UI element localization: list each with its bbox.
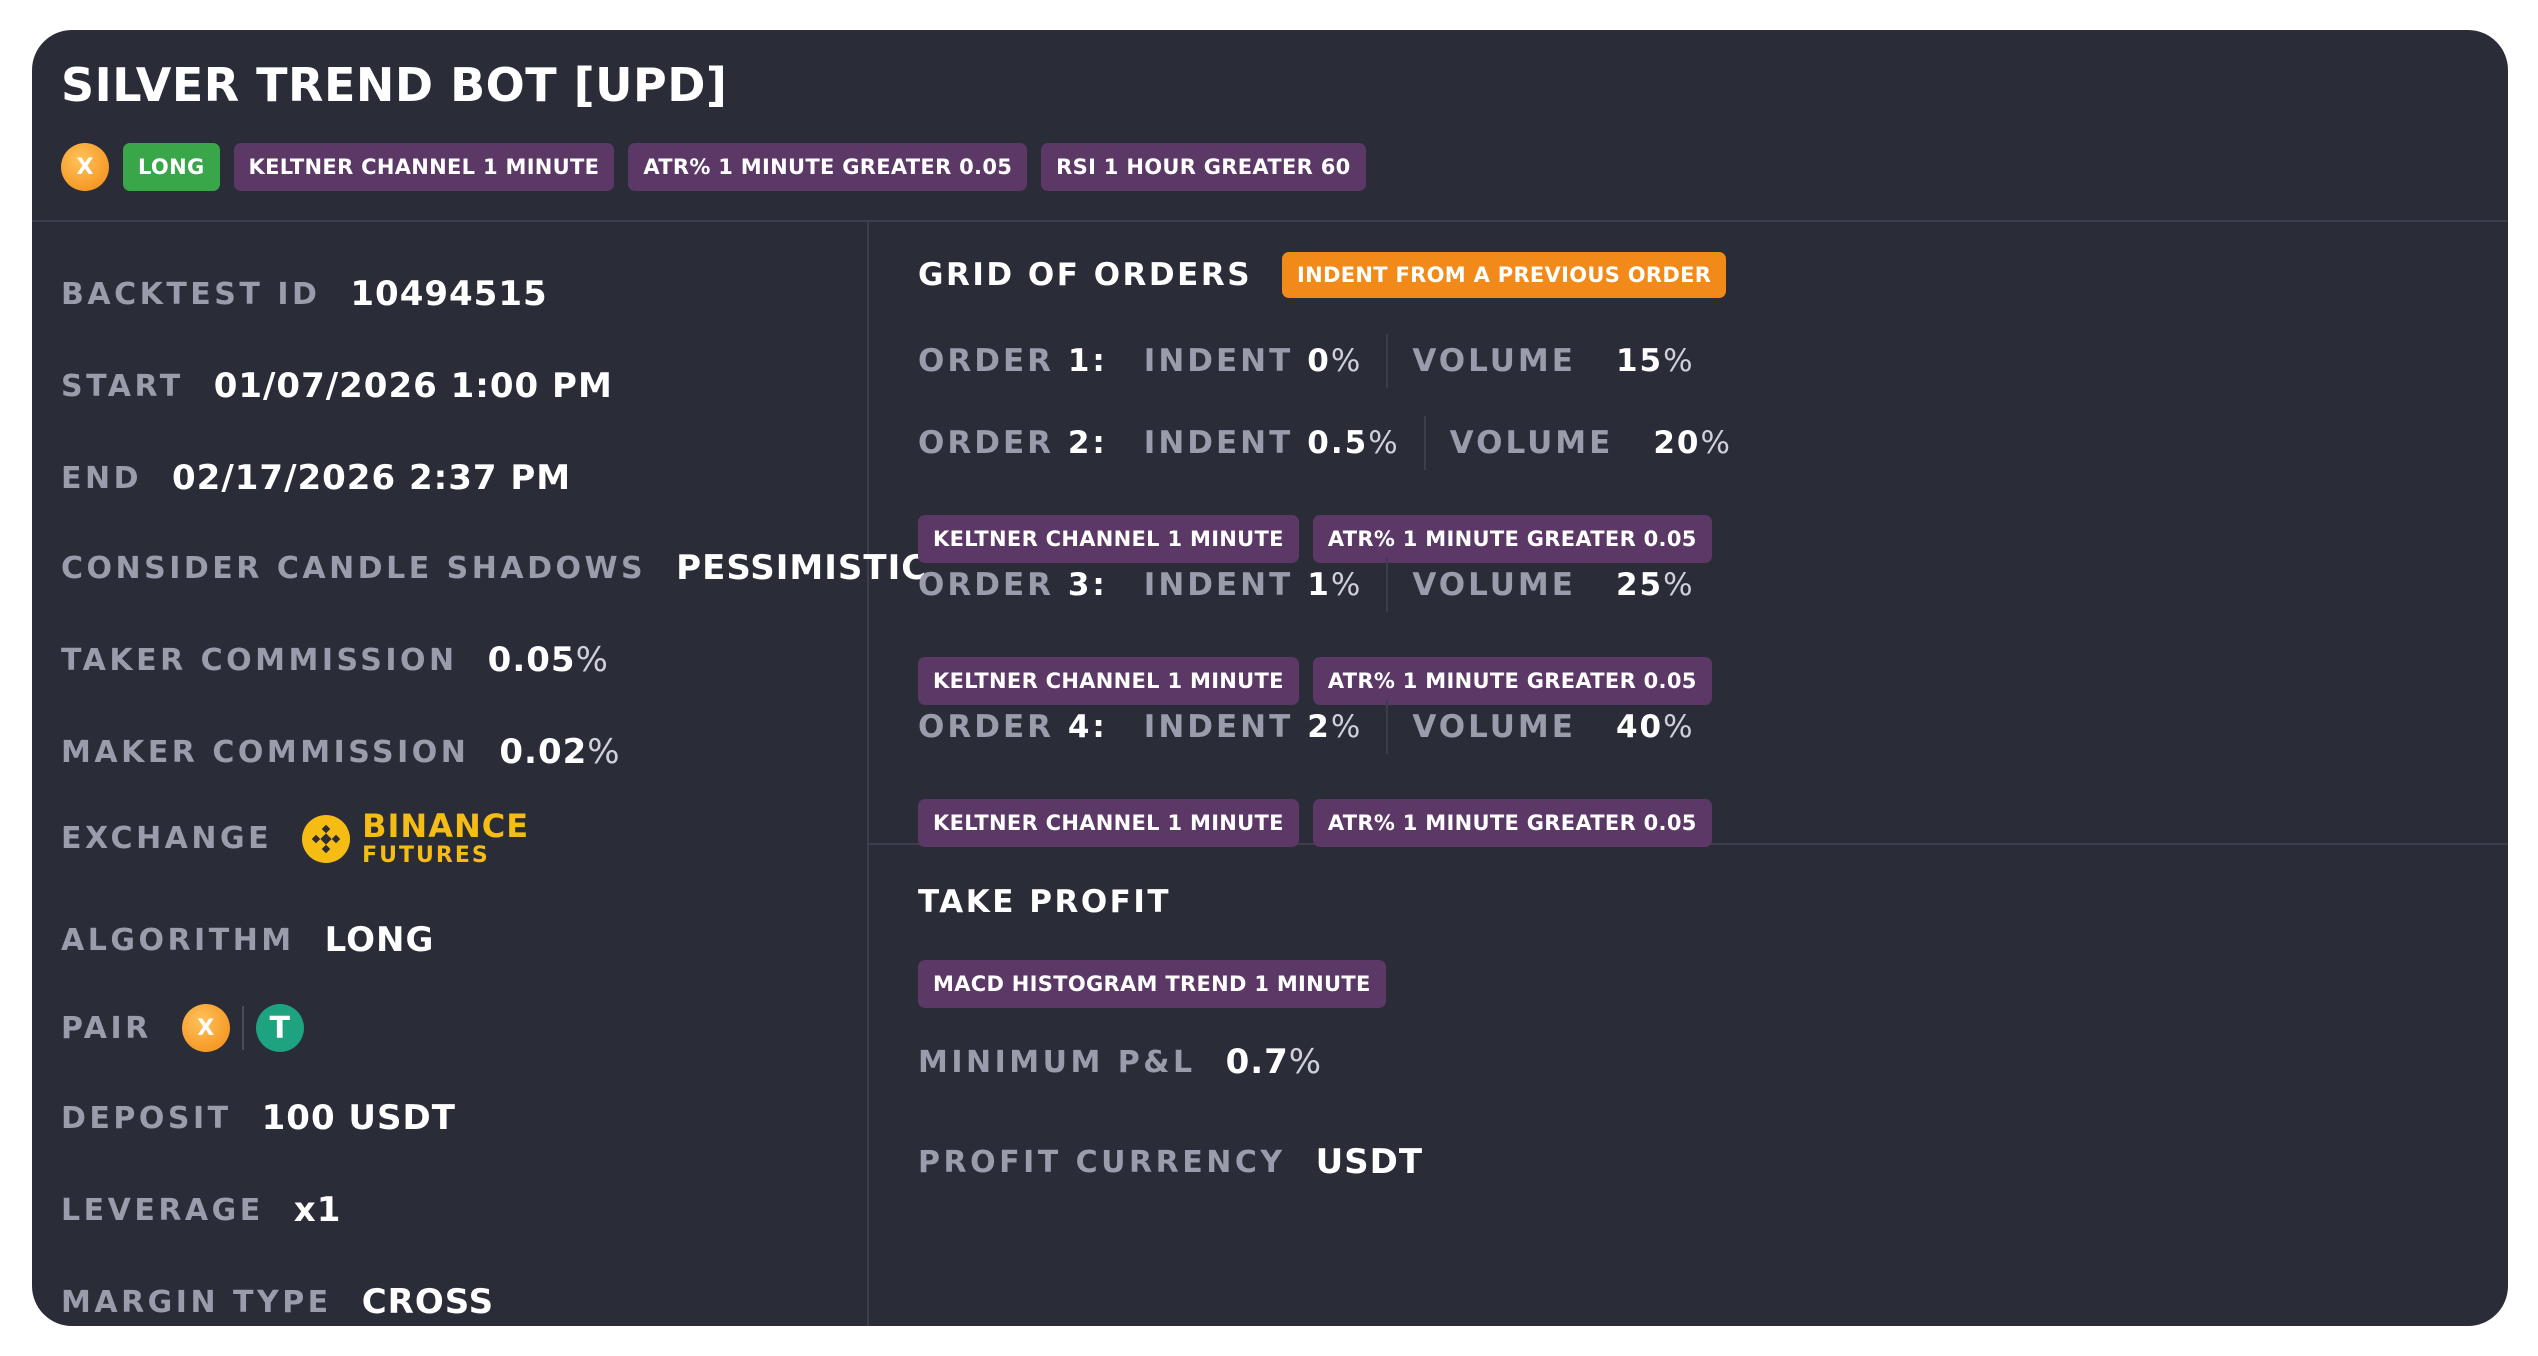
volume-label: VOLUME bbox=[1412, 567, 1576, 603]
exchange-value: BINANCE FUTURES bbox=[302, 810, 529, 867]
filter-tag: ATR% 1 MINUTE GREATER 0.05 bbox=[1312, 515, 1712, 563]
profit-currency-row: PROFIT CURRENCY USDT bbox=[918, 1142, 1423, 1182]
tether-icon: T bbox=[255, 1004, 304, 1052]
maker-value: 0.02% bbox=[499, 732, 621, 772]
min-pnl-row: MINIMUM P&L 0.7% bbox=[918, 1042, 1322, 1082]
taker-row: TAKER COMMISSION 0.05% bbox=[61, 640, 609, 680]
backtest-id-row: BACKTEST ID 10494515 bbox=[61, 274, 548, 314]
filter-tag: KELTNER CHANNEL 1 MINUTE bbox=[918, 515, 1299, 563]
exchange-market: FUTURES bbox=[362, 843, 490, 868]
order-row: ORDER 3: INDENT 1% VOLUME 25% bbox=[918, 558, 1695, 612]
pair-row: PAIR X T bbox=[61, 1004, 304, 1052]
order-label: ORDER 2: bbox=[918, 425, 1108, 461]
filter-tag: RSI 1 HOUR GREATER 60 bbox=[1041, 143, 1366, 191]
volume-value: 25% bbox=[1615, 567, 1695, 603]
indent-label: INDENT bbox=[1143, 567, 1294, 603]
indent-value: 0.5% bbox=[1307, 425, 1400, 461]
take-profit-title: TAKE PROFIT bbox=[918, 884, 1172, 920]
min-pnl-value: 0.7% bbox=[1225, 1042, 1323, 1082]
candle-shadows-row: CONSIDER CANDLE SHADOWS PESSIMISTIC bbox=[61, 548, 927, 588]
order-label: ORDER 4: bbox=[918, 709, 1108, 745]
maker-row: MAKER COMMISSION 0.02% bbox=[61, 732, 621, 772]
volume-label: VOLUME bbox=[1412, 709, 1576, 745]
exchange-name: BINANCE bbox=[362, 807, 530, 845]
leverage-label: LEVERAGE bbox=[61, 1192, 264, 1228]
backtest-id-label: BACKTEST ID bbox=[61, 276, 321, 312]
order-tags: KELTNER CHANNEL 1 MINUTE ATR% 1 MINUTE G… bbox=[918, 515, 1712, 563]
filter-tag: ATR% 1 MINUTE GREATER 0.05 bbox=[1312, 657, 1712, 705]
order-label: ORDER 3: bbox=[918, 567, 1108, 603]
grid-mode-badge: INDENT FROM A PREVIOUS ORDER bbox=[1282, 252, 1727, 298]
filter-tag: KELTNER CHANNEL 1 MINUTE bbox=[918, 657, 1299, 705]
profit-currency-label: PROFIT CURRENCY bbox=[918, 1144, 1286, 1180]
margin-row: MARGIN TYPE CROSS bbox=[61, 1282, 494, 1322]
coin-x-icon: X bbox=[181, 1004, 230, 1052]
grid-header: GRID OF ORDERS INDENT FROM A PREVIOUS OR… bbox=[918, 252, 1727, 298]
order-row: ORDER 2: INDENT 0.5% VOLUME 20% bbox=[918, 416, 1732, 470]
order-tags: KELTNER CHANNEL 1 MINUTE ATR% 1 MINUTE G… bbox=[918, 657, 1712, 705]
exchange-label: EXCHANGE bbox=[61, 821, 273, 856]
end-row: END 02/17/2026 2:37 PM bbox=[61, 458, 571, 498]
indent-value: 0% bbox=[1307, 343, 1363, 379]
indent-label: INDENT bbox=[1143, 343, 1294, 379]
filter-tag: KELTNER CHANNEL 1 MINUTE bbox=[918, 799, 1299, 847]
volume-value: 20% bbox=[1653, 425, 1732, 461]
order-label: ORDER 1: bbox=[918, 343, 1108, 379]
filter-tag: KELTNER CHANNEL 1 MINUTE bbox=[233, 143, 615, 191]
margin-value: CROSS bbox=[361, 1282, 495, 1322]
start-value: 01/07/2026 1:00 PM bbox=[213, 366, 613, 406]
pair-value: X T bbox=[181, 1004, 304, 1052]
order-row: ORDER 4: INDENT 2% VOLUME 40% bbox=[918, 700, 1695, 754]
indent-value: 2% bbox=[1307, 709, 1363, 745]
start-label: START bbox=[61, 368, 184, 404]
deposit-label: DEPOSIT bbox=[61, 1100, 232, 1136]
profit-currency-value: USDT bbox=[1315, 1142, 1424, 1182]
deposit-value: 100 USDT bbox=[261, 1098, 456, 1138]
card-header: SILVER TREND BOT [UPD] X LONG KELTNER CH… bbox=[32, 30, 2508, 222]
header-tags: X LONG KELTNER CHANNEL 1 MINUTE ATR% 1 M… bbox=[61, 143, 1366, 191]
margin-label: MARGIN TYPE bbox=[61, 1284, 332, 1320]
volume-value: 15% bbox=[1615, 343, 1695, 379]
start-row: START 01/07/2026 1:00 PM bbox=[61, 366, 613, 406]
take-profit-header: TAKE PROFIT bbox=[918, 884, 1171, 920]
exchange-row: EXCHANGE BINANCE FUTURES bbox=[61, 810, 529, 867]
volume-label: VOLUME bbox=[1449, 425, 1614, 461]
leverage-row: LEVERAGE x1 bbox=[61, 1190, 341, 1230]
filter-tag: MACD HISTOGRAM TREND 1 MINUTE bbox=[918, 960, 1386, 1008]
indent-value: 1% bbox=[1307, 567, 1363, 603]
filter-tag: ATR% 1 MINUTE GREATER 0.05 bbox=[628, 143, 1028, 191]
taker-label: TAKER COMMISSION bbox=[61, 642, 458, 678]
algorithm-label: ALGORITHM bbox=[61, 922, 295, 958]
order-row: ORDER 1: INDENT 0% VOLUME 15% bbox=[918, 334, 1695, 388]
filter-tag: ATR% 1 MINUTE GREATER 0.05 bbox=[1312, 799, 1712, 847]
candle-shadows-label: CONSIDER CANDLE SHADOWS bbox=[61, 550, 647, 586]
direction-badge: LONG bbox=[123, 143, 220, 191]
backtest-card: SILVER TREND BOT [UPD] X LONG KELTNER CH… bbox=[32, 30, 2508, 1326]
indent-label: INDENT bbox=[1143, 425, 1294, 461]
volume-value: 40% bbox=[1615, 709, 1695, 745]
binance-icon bbox=[302, 814, 351, 863]
coin-x-icon: X bbox=[61, 143, 109, 191]
column-divider bbox=[867, 222, 869, 1326]
min-pnl-label: MINIMUM P&L bbox=[918, 1044, 1196, 1080]
leverage-value: x1 bbox=[293, 1190, 342, 1230]
indent-label: INDENT bbox=[1143, 709, 1294, 745]
maker-label: MAKER COMMISSION bbox=[61, 734, 470, 770]
end-value: 02/17/2026 2:37 PM bbox=[172, 458, 572, 498]
pair-label: PAIR bbox=[61, 1010, 152, 1046]
order-tags: KELTNER CHANNEL 1 MINUTE ATR% 1 MINUTE G… bbox=[918, 799, 1712, 847]
deposit-row: DEPOSIT 100 USDT bbox=[61, 1098, 456, 1138]
bot-title: SILVER TREND BOT [UPD] bbox=[61, 58, 728, 112]
end-label: END bbox=[61, 460, 143, 496]
algorithm-value: LONG bbox=[324, 920, 435, 960]
candle-shadows-value: PESSIMISTIC bbox=[676, 548, 928, 588]
take-profit-tags: MACD HISTOGRAM TREND 1 MINUTE bbox=[918, 960, 1386, 1008]
grid-title: GRID OF ORDERS bbox=[918, 257, 1253, 293]
algorithm-row: ALGORITHM LONG bbox=[61, 920, 434, 960]
taker-value: 0.05% bbox=[487, 640, 609, 680]
backtest-id-value: 10494515 bbox=[350, 274, 548, 314]
volume-label: VOLUME bbox=[1412, 343, 1576, 379]
